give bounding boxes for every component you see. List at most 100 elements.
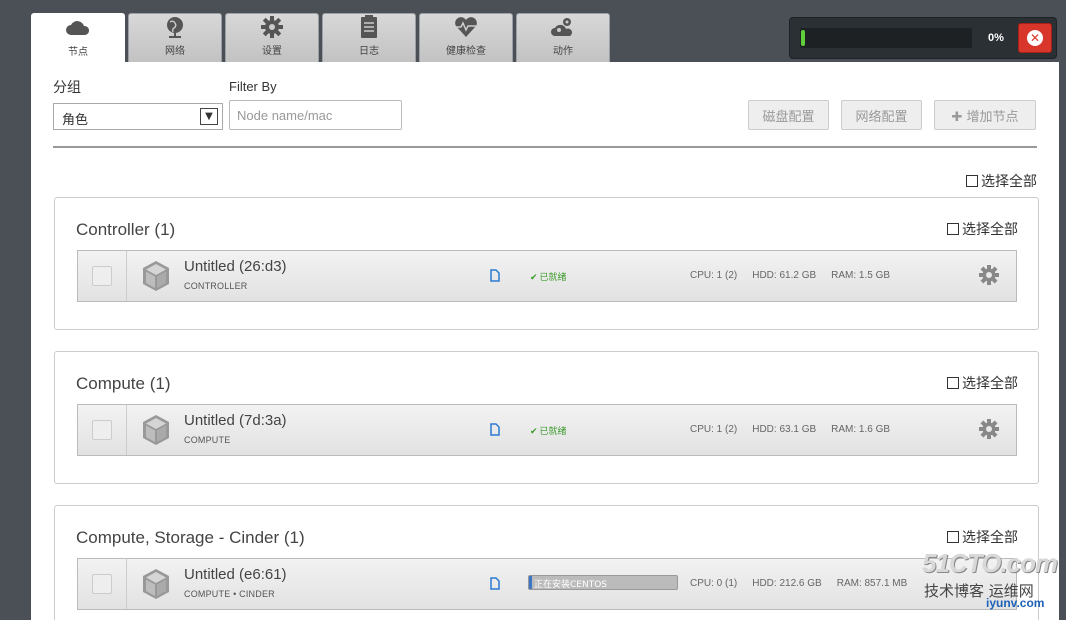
check-icon: ✔ [530, 427, 538, 437]
gear-icon[interactable] [978, 418, 1000, 440]
deploy-progress-percent: 0% [988, 32, 1004, 44]
group-title: Controller (1) [76, 220, 176, 239]
tab-actions[interactable]: 动作 [516, 13, 610, 62]
tab-network[interactable]: 网络 [128, 13, 222, 62]
node-group-compute-cinder: Compute, Storage - Cinder (1) 选择全部 Untit… [54, 505, 1039, 620]
node-group-controller: Controller (1) 选择全部 Untitled (26:d3) CON… [54, 197, 1039, 330]
node-hdd: HDD: 63.1 GB [752, 424, 817, 435]
node-status: ✔ 已就绪 [530, 424, 567, 437]
group-by-select[interactable]: 角色 ▼ [53, 103, 223, 130]
checkbox-box[interactable] [947, 223, 959, 235]
select-all-label: 选择全部 [962, 376, 1018, 392]
select-all-label: 选择全部 [962, 222, 1018, 238]
node-ram: RAM: 1.5 GB [831, 270, 891, 281]
cogs-cloud-icon [550, 15, 576, 39]
watermark-brand: 51CTO.com [922, 548, 1058, 578]
node-hardware-stats: CPU: 1 (2) HDD: 61.2 GB RAM: 1.5 GB [690, 270, 890, 281]
watermark-url: iyunv.com [986, 596, 1045, 610]
tab-label: 健康检查 [446, 46, 486, 57]
node-hdd: HDD: 61.2 GB [752, 270, 817, 281]
stop-deploy-button[interactable]: ✕ [1018, 23, 1052, 53]
server-box-icon [143, 261, 169, 291]
checkbox-box[interactable] [947, 531, 959, 543]
clipboard-icon [356, 15, 382, 39]
check-icon: ✔ [530, 273, 538, 283]
add-node-button[interactable]: ✚ 增加节点 [934, 100, 1036, 130]
node-cpu: CPU: 1 (2) [690, 270, 738, 281]
select-all-label: 选择全部 [981, 174, 1037, 190]
group-select-all-checkbox[interactable]: 选择全部 [947, 219, 1018, 239]
node-row[interactable]: Untitled (26:d3) CONTROLLER ✔ 已就绪 CPU: 1 … [77, 250, 1017, 302]
main-tabs: 节点 网络 设置 日志 健康检查 动作 [31, 13, 610, 63]
tab-label: 日志 [359, 46, 379, 57]
deploy-progress-bar [800, 28, 972, 48]
tab-settings[interactable]: 设置 [225, 13, 319, 62]
close-icon: ✕ [1027, 30, 1043, 46]
group-select-all-checkbox[interactable]: 选择全部 [947, 373, 1018, 393]
deploy-progress-fill [801, 30, 805, 46]
node-hardware-stats: CPU: 0 (1) HDD: 212.6 GB RAM: 857.1 MB [690, 578, 907, 589]
node-ram: RAM: 1.6 GB [831, 424, 891, 435]
tab-health-check[interactable]: 健康检查 [419, 13, 513, 62]
node-status-text: 已就绪 [539, 427, 567, 437]
chevron-down-icon[interactable]: ▼ [200, 108, 218, 125]
group-select-all-checkbox[interactable]: 选择全部 [947, 527, 1018, 547]
checkbox-box[interactable] [966, 175, 978, 187]
tab-label: 节点 [68, 47, 88, 58]
server-box-icon [143, 569, 169, 599]
group-by-label: 分组 [53, 80, 81, 96]
toolbar-divider [53, 146, 1037, 148]
node-row[interactable]: Untitled (e6:61) COMPUTE • CINDER 正在安装CE… [77, 558, 1017, 610]
file-icon[interactable] [490, 269, 500, 282]
node-roles: COMPUTE [184, 435, 231, 445]
node-cpu: CPU: 1 (2) [690, 424, 738, 435]
filter-placeholder: Node name/mac [237, 108, 333, 123]
tab-nodes[interactable]: 节点 [31, 13, 125, 63]
tab-label: 网络 [165, 46, 185, 57]
node-status-text: 已就绪 [539, 273, 567, 283]
install-status-text: 正在安装CENTOS [534, 580, 607, 590]
tab-logs[interactable]: 日志 [322, 13, 416, 62]
node-roles: COMPUTE • CINDER [184, 589, 275, 599]
disk-config-button[interactable]: 磁盘配置 [748, 100, 829, 130]
filter-by-label: Filter By [229, 79, 277, 94]
node-cpu: CPU: 0 (1) [690, 578, 738, 589]
group-by-value: 角色 [62, 113, 89, 128]
gear-icon[interactable] [978, 264, 1000, 286]
cloud-icon [65, 16, 91, 40]
node-filter-input[interactable]: Node name/mac [229, 100, 402, 130]
node-hardware-stats: CPU: 1 (2) HDD: 63.1 GB RAM: 1.6 GB [690, 424, 890, 435]
deploy-progress-panel: 0% ✕ [789, 17, 1057, 59]
gear-icon [259, 15, 285, 39]
group-title: Compute, Storage - Cinder (1) [76, 528, 305, 547]
globe-icon [162, 15, 188, 39]
file-icon[interactable] [490, 577, 500, 590]
network-config-button[interactable]: 网络配置 [841, 100, 922, 130]
install-progress-fill [529, 576, 532, 589]
node-checkbox[interactable] [92, 266, 112, 286]
watermark: 51CTO.com 技术博客 运维网 iyunv.com [920, 548, 1060, 614]
node-ram: RAM: 857.1 MB [836, 578, 908, 589]
tab-label: 设置 [262, 46, 282, 57]
server-box-icon [143, 415, 169, 445]
checkbox-box[interactable] [947, 377, 959, 389]
node-checkbox[interactable] [92, 574, 112, 594]
divider [126, 559, 127, 609]
node-name[interactable]: Untitled (e6:61) [184, 566, 287, 583]
node-row[interactable]: Untitled (7d:3a) COMPUTE ✔ 已就绪 CPU: 1 (2)… [77, 404, 1017, 456]
nodes-panel: 分组 Filter By 角色 ▼ Node name/mac 磁盘配置 网络配… [31, 62, 1059, 620]
node-checkbox[interactable] [92, 420, 112, 440]
install-progress-bar: 正在安装CENTOS [528, 575, 678, 590]
divider [126, 405, 127, 455]
node-roles: CONTROLLER [184, 281, 248, 291]
group-title: Compute (1) [76, 374, 171, 393]
node-status: ✔ 已就绪 [530, 270, 567, 283]
tab-label: 动作 [553, 46, 573, 57]
file-icon[interactable] [490, 423, 500, 436]
select-all-checkbox[interactable]: 选择全部 [966, 171, 1037, 191]
divider [126, 251, 127, 301]
node-name[interactable]: Untitled (7d:3a) [184, 412, 287, 429]
select-all-label: 选择全部 [962, 530, 1018, 546]
node-group-compute: Compute (1) 选择全部 Untitled (7d:3a) COMPUT… [54, 351, 1039, 484]
node-name[interactable]: Untitled (26:d3) [184, 258, 287, 275]
